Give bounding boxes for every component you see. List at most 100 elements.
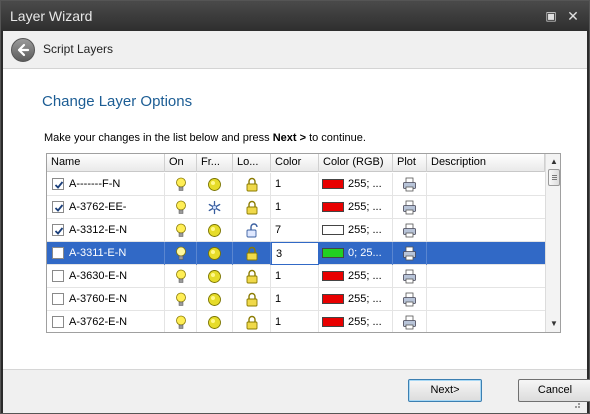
layer-checkbox[interactable] bbox=[52, 293, 64, 305]
lock-icon[interactable] bbox=[245, 200, 259, 219]
color-rgb-cell[interactable]: 255; ... bbox=[319, 265, 393, 288]
lightbulb-icon[interactable] bbox=[175, 246, 187, 265]
printer-icon[interactable] bbox=[402, 246, 417, 265]
plot-cell[interactable] bbox=[393, 311, 427, 332]
scroll-up-icon[interactable]: ▲ bbox=[549, 157, 559, 167]
color-cell[interactable]: 1 bbox=[271, 288, 319, 311]
lightbulb-icon[interactable] bbox=[175, 223, 187, 242]
resize-grip-icon[interactable] bbox=[571, 399, 581, 409]
color-cell[interactable]: 1 bbox=[271, 173, 319, 196]
on-col-header[interactable]: On bbox=[165, 154, 197, 172]
sun-icon[interactable] bbox=[207, 269, 222, 288]
table-row[interactable]: A-3630-E-N 1 255; ... bbox=[47, 265, 545, 288]
snowflake-icon[interactable] bbox=[207, 200, 222, 219]
frozen-cell[interactable] bbox=[197, 311, 233, 332]
printer-icon[interactable] bbox=[402, 292, 417, 311]
plot-cell[interactable] bbox=[393, 196, 427, 219]
color-rgb-cell[interactable]: 255; ... bbox=[319, 288, 393, 311]
name-cell[interactable]: A-3311-E-N bbox=[47, 242, 165, 265]
plot-col-header[interactable]: Plot bbox=[393, 154, 427, 172]
table-row[interactable]: A-3762-EE- 1 255; ... bbox=[47, 196, 545, 219]
color-rgb-col-header[interactable]: Color (RGB) bbox=[319, 154, 393, 172]
name-cell[interactable]: A-3762-E-N bbox=[47, 311, 165, 332]
plot-cell[interactable] bbox=[393, 288, 427, 311]
description-cell[interactable] bbox=[427, 242, 545, 265]
description-cell[interactable] bbox=[427, 311, 545, 332]
locked-cell[interactable] bbox=[233, 242, 271, 265]
color-rgb-cell[interactable]: 0; 25... bbox=[319, 242, 393, 265]
name-col-header[interactable]: Name bbox=[47, 154, 165, 172]
sun-icon[interactable] bbox=[207, 292, 222, 311]
color-cell[interactable]: 3 bbox=[271, 242, 319, 265]
locked-cell[interactable] bbox=[233, 288, 271, 311]
on-cell[interactable] bbox=[165, 265, 197, 288]
printer-icon[interactable] bbox=[402, 269, 417, 288]
description-cell[interactable] bbox=[427, 265, 545, 288]
color-rgb-cell[interactable]: 255; ... bbox=[319, 196, 393, 219]
color-cell[interactable]: 7 bbox=[271, 219, 319, 242]
vertical-scrollbar[interactable]: ▲ ▼ bbox=[545, 154, 560, 332]
printer-icon[interactable] bbox=[402, 315, 417, 332]
unlock-icon[interactable] bbox=[245, 223, 259, 242]
locked-cell[interactable] bbox=[233, 173, 271, 196]
name-cell[interactable]: A-3762-EE- bbox=[47, 196, 165, 219]
lightbulb-icon[interactable] bbox=[175, 292, 187, 311]
name-cell[interactable]: A-3760-E-N bbox=[47, 288, 165, 311]
plot-cell[interactable] bbox=[393, 242, 427, 265]
sun-icon[interactable] bbox=[207, 223, 222, 242]
sun-icon[interactable] bbox=[207, 177, 222, 196]
layer-checkbox[interactable] bbox=[52, 201, 64, 213]
layer-checkbox[interactable] bbox=[52, 270, 64, 282]
name-cell[interactable]: A-3312-E-N bbox=[47, 219, 165, 242]
next-button[interactable]: Next> bbox=[408, 379, 482, 402]
table-row[interactable]: A-3762-E-N 1 255; ... bbox=[47, 311, 545, 332]
restore-icon[interactable]: ▣ bbox=[543, 8, 559, 24]
on-cell[interactable] bbox=[165, 173, 197, 196]
locked-cell[interactable] bbox=[233, 219, 271, 242]
color-cell[interactable]: 1 bbox=[271, 265, 319, 288]
on-cell[interactable] bbox=[165, 242, 197, 265]
description-col-header[interactable]: Description bbox=[427, 154, 545, 172]
printer-icon[interactable] bbox=[402, 223, 417, 242]
plot-cell[interactable] bbox=[393, 265, 427, 288]
close-icon[interactable]: ✕ bbox=[565, 8, 581, 24]
scroll-thumb[interactable] bbox=[548, 169, 560, 186]
frozen-cell[interactable] bbox=[197, 265, 233, 288]
plot-cell[interactable] bbox=[393, 173, 427, 196]
layer-checkbox[interactable] bbox=[52, 224, 64, 236]
lock-icon[interactable] bbox=[245, 246, 259, 265]
color-cell[interactable]: 1 bbox=[271, 196, 319, 219]
lock-icon[interactable] bbox=[245, 177, 259, 196]
lock-icon[interactable] bbox=[245, 315, 259, 332]
on-cell[interactable] bbox=[165, 311, 197, 332]
lightbulb-icon[interactable] bbox=[175, 269, 187, 288]
printer-icon[interactable] bbox=[402, 177, 417, 196]
table-row[interactable]: A-------F-N 1 255; ... bbox=[47, 173, 545, 196]
locked-cell[interactable] bbox=[233, 196, 271, 219]
on-cell[interactable] bbox=[165, 196, 197, 219]
sun-icon[interactable] bbox=[207, 246, 222, 265]
lightbulb-icon[interactable] bbox=[175, 200, 187, 219]
description-cell[interactable] bbox=[427, 288, 545, 311]
on-cell[interactable] bbox=[165, 219, 197, 242]
name-cell[interactable]: A-------F-N bbox=[47, 173, 165, 196]
frozen-cell[interactable] bbox=[197, 219, 233, 242]
table-row[interactable]: A-3312-E-N 7 255; ... bbox=[47, 219, 545, 242]
color-cell[interactable]: 1 bbox=[271, 311, 319, 332]
scroll-down-icon[interactable]: ▼ bbox=[549, 319, 559, 329]
layer-checkbox[interactable] bbox=[52, 316, 64, 328]
description-cell[interactable] bbox=[427, 196, 545, 219]
lightbulb-icon[interactable] bbox=[175, 177, 187, 196]
back-button[interactable] bbox=[11, 38, 35, 62]
sun-icon[interactable] bbox=[207, 315, 222, 332]
on-cell[interactable] bbox=[165, 288, 197, 311]
printer-icon[interactable] bbox=[402, 200, 417, 219]
color-rgb-cell[interactable]: 255; ... bbox=[319, 311, 393, 332]
locked-col-header[interactable]: Lo... bbox=[233, 154, 271, 172]
description-cell[interactable] bbox=[427, 219, 545, 242]
color-rgb-cell[interactable]: 255; ... bbox=[319, 219, 393, 242]
lock-icon[interactable] bbox=[245, 292, 259, 311]
locked-cell[interactable] bbox=[233, 311, 271, 332]
color-col-header[interactable]: Color bbox=[271, 154, 319, 172]
layer-checkbox[interactable] bbox=[52, 178, 64, 190]
